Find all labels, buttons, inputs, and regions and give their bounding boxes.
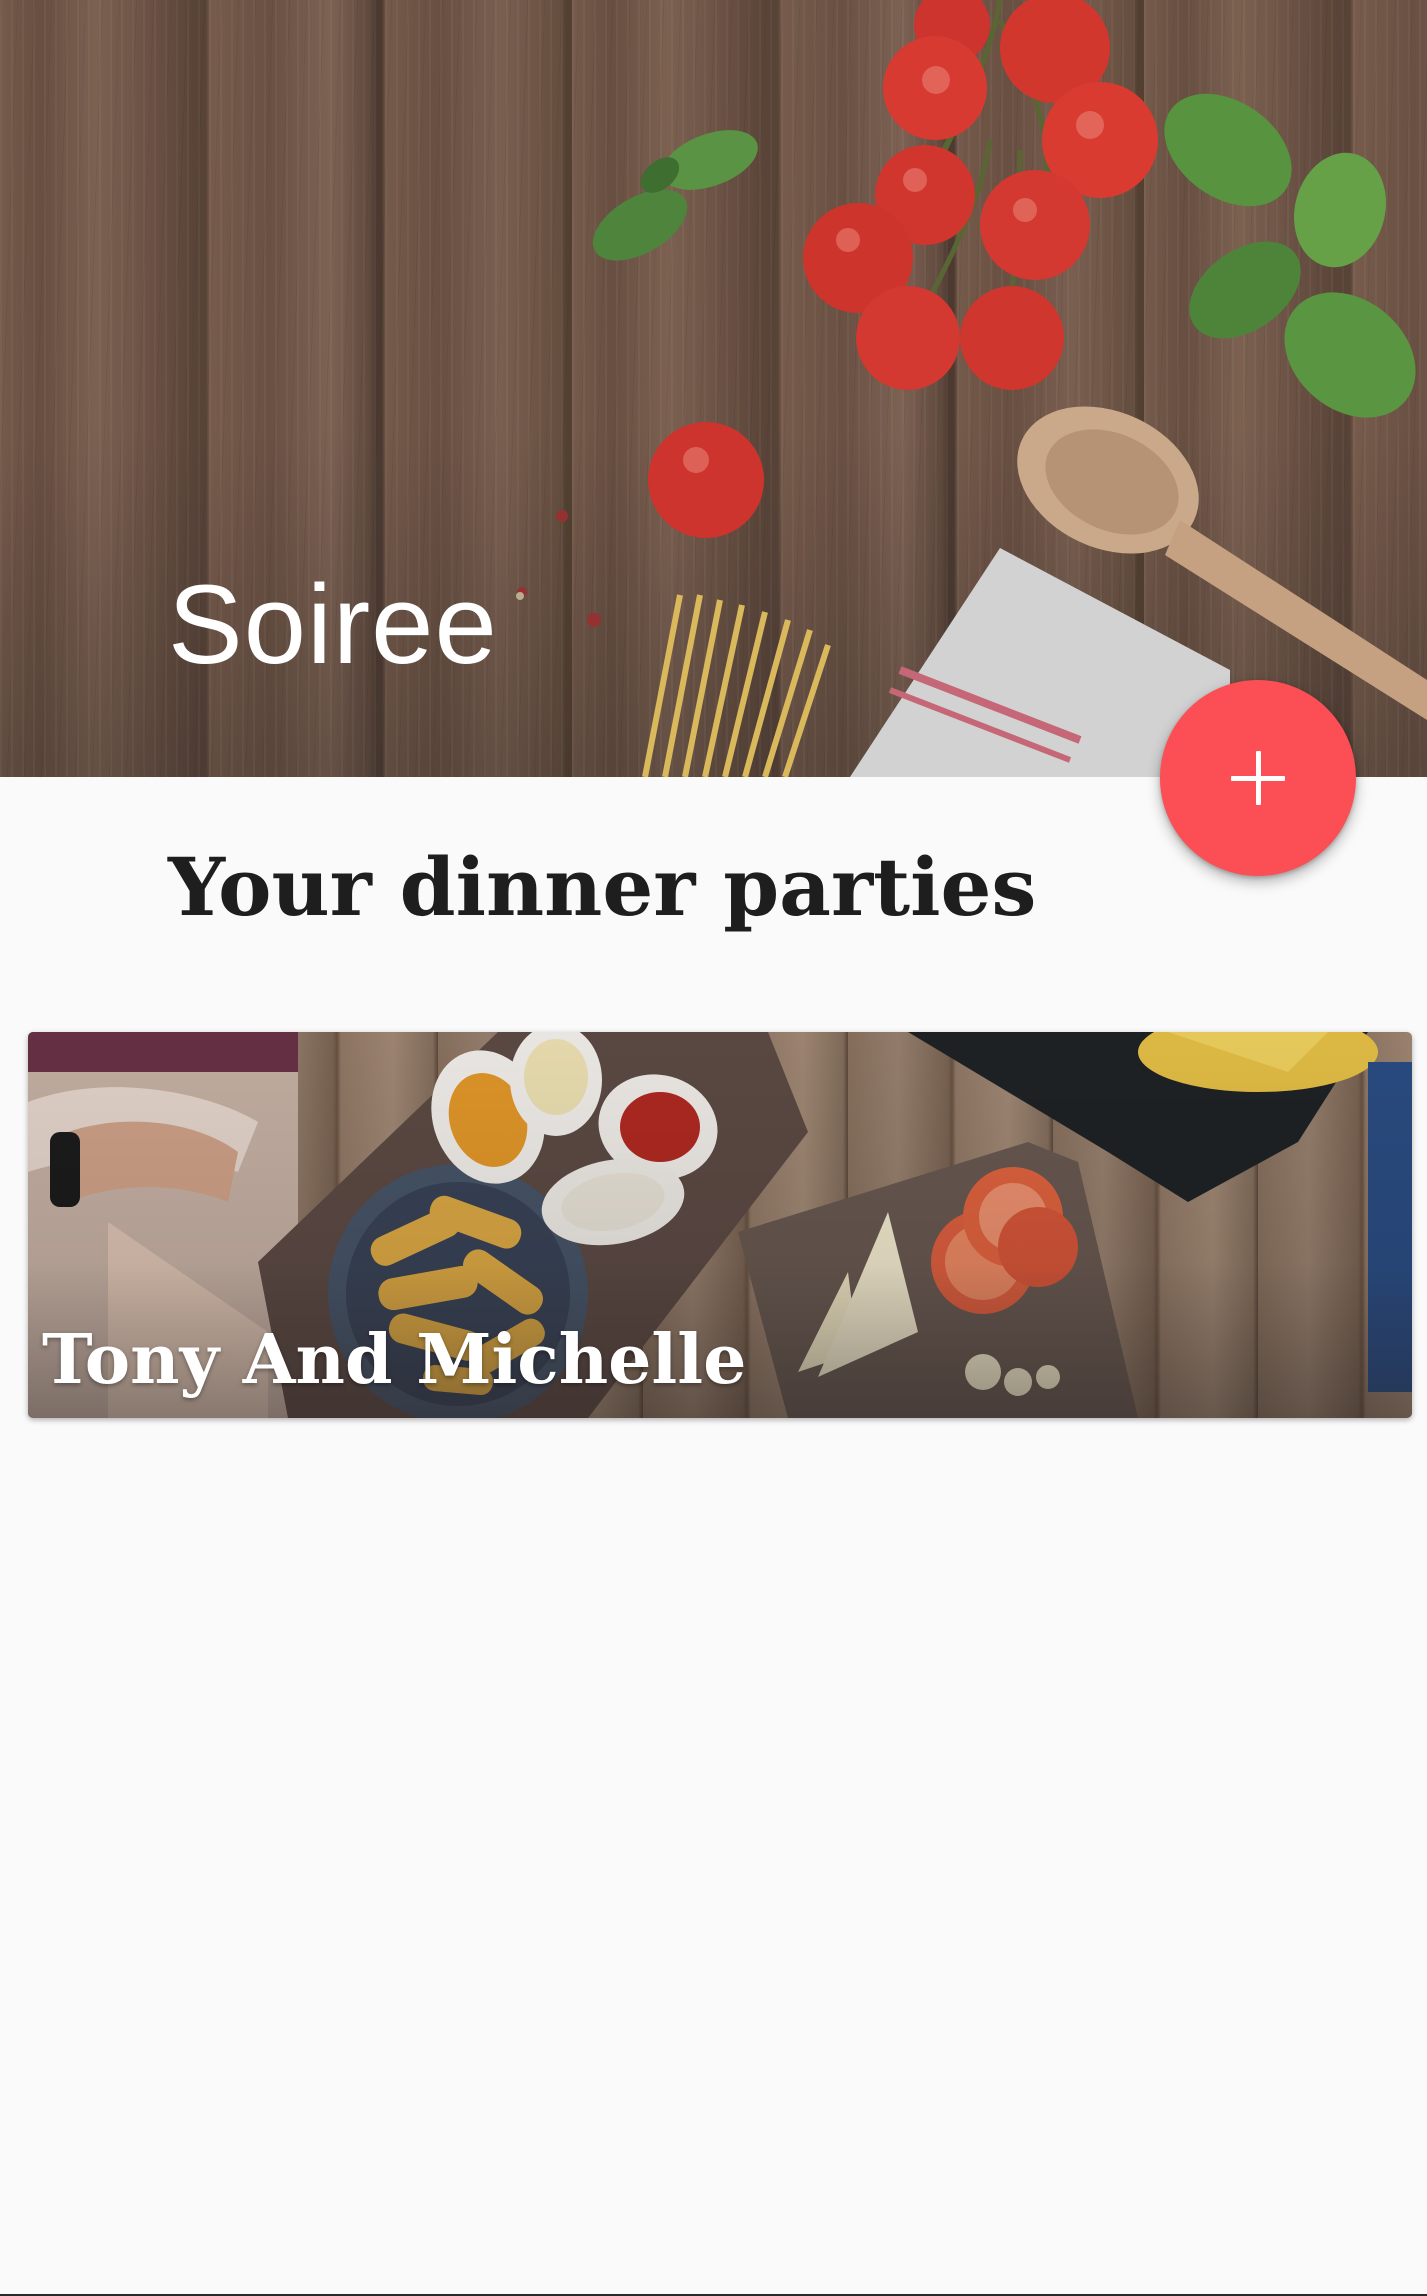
section-heading: Your dinner parties (168, 840, 1037, 934)
party-card[interactable]: Tony And Michelle (28, 1032, 1412, 1418)
add-party-button[interactable] (1160, 680, 1356, 876)
header-banner: Soiree (0, 0, 1427, 777)
plus-icon (1231, 751, 1285, 805)
party-name: Tony And Michelle (42, 1320, 747, 1400)
app-title: Soiree (168, 562, 498, 687)
